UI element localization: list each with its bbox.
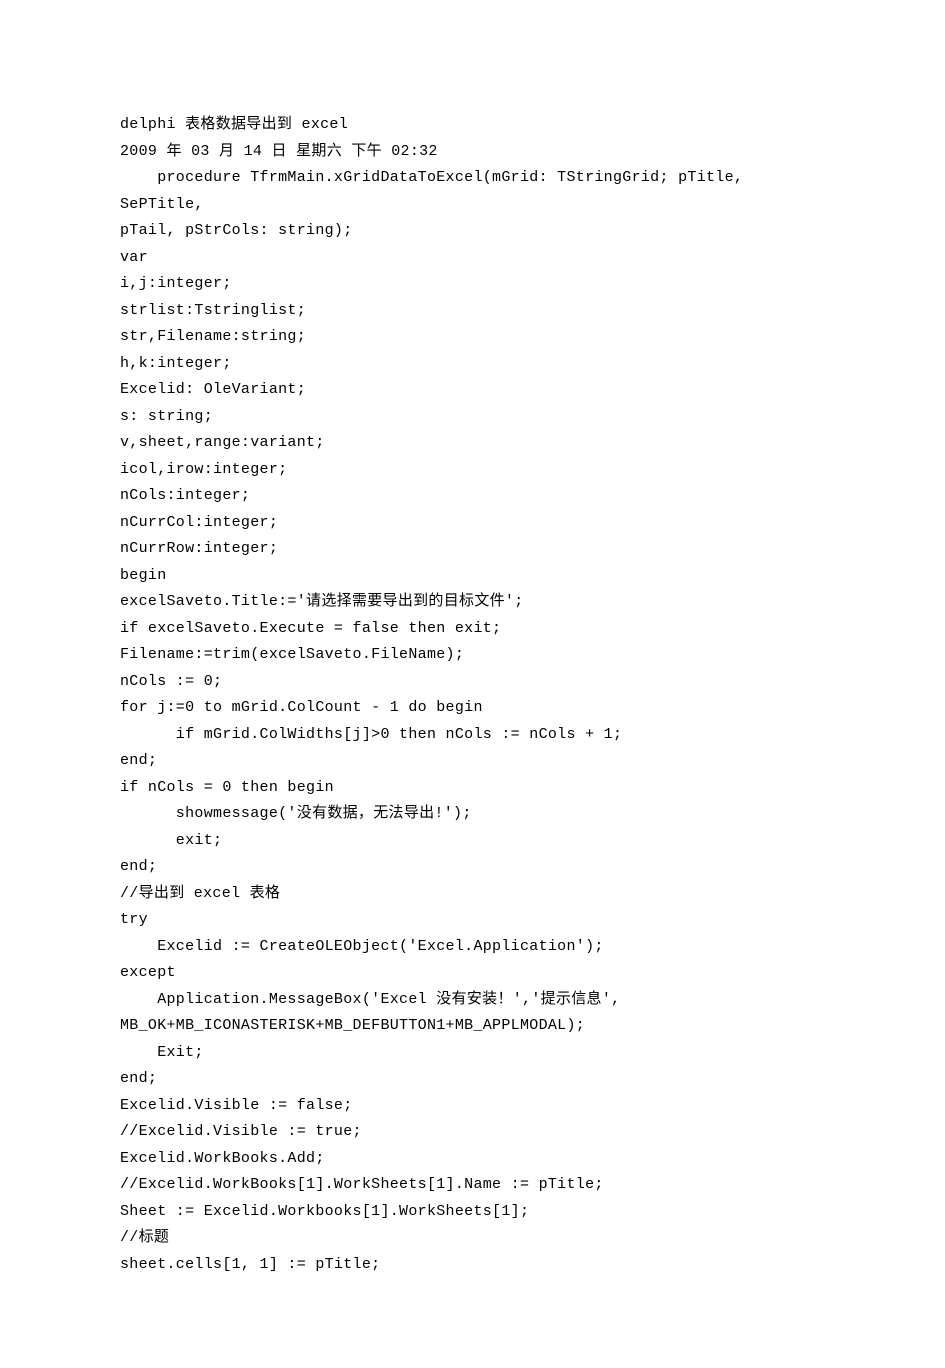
document-page: delphi 表格数据导出到 excel 2009 年 03 月 14 日 星期… xyxy=(0,0,945,1368)
code-line: nCurrCol:integer; xyxy=(120,510,825,537)
code-line: h,k:integer; xyxy=(120,351,825,378)
code-line: showmessage('没有数据，无法导出!'); xyxy=(120,801,825,828)
code-line: Excelid.Visible := false; xyxy=(120,1093,825,1120)
code-line: //Excelid.Visible := true; xyxy=(120,1119,825,1146)
code-line: if nCols = 0 then begin xyxy=(120,775,825,802)
code-line: icol,irow:integer; xyxy=(120,457,825,484)
code-line: if mGrid.ColWidths[j]>0 then nCols := nC… xyxy=(120,722,825,749)
code-line: excelSaveto.Title:='请选择需要导出到的目标文件'; xyxy=(120,589,825,616)
code-line: v,sheet,range:variant; xyxy=(120,430,825,457)
code-line: for j:=0 to mGrid.ColCount - 1 do begin xyxy=(120,695,825,722)
code-line: Sheet := Excelid.Workbooks[1].WorkSheets… xyxy=(120,1199,825,1226)
code-line: //标题 xyxy=(120,1225,825,1252)
code-line: Excelid: OleVariant; xyxy=(120,377,825,404)
code-line: Excelid := CreateOLEObject('Excel.Applic… xyxy=(120,934,825,961)
code-line: MB_OK+MB_ICONASTERISK+MB_DEFBUTTON1+MB_A… xyxy=(120,1013,825,1040)
code-line: var xyxy=(120,245,825,272)
code-line: exit; xyxy=(120,828,825,855)
title-line: delphi 表格数据导出到 excel xyxy=(120,112,825,139)
code-line: Application.MessageBox('Excel 没有安装！','提示… xyxy=(120,987,825,1014)
code-line: except xyxy=(120,960,825,987)
code-line: //导出到 excel 表格 xyxy=(120,881,825,908)
code-line: end; xyxy=(120,1066,825,1093)
code-line: begin xyxy=(120,563,825,590)
code-line: nCurrRow:integer; xyxy=(120,536,825,563)
code-block: procedure TfrmMain.xGridDataToExcel(mGri… xyxy=(120,165,825,1278)
code-line: nCols := 0; xyxy=(120,669,825,696)
code-line: SePTitle, xyxy=(120,192,825,219)
code-line: Filename:=trim(excelSaveto.FileName); xyxy=(120,642,825,669)
code-line: end; xyxy=(120,854,825,881)
date-line: 2009 年 03 月 14 日 星期六 下午 02:32 xyxy=(120,139,825,166)
code-line: s: string; xyxy=(120,404,825,431)
code-line: //Excelid.WorkBooks[1].WorkSheets[1].Nam… xyxy=(120,1172,825,1199)
code-line: Exit; xyxy=(120,1040,825,1067)
code-line: end; xyxy=(120,748,825,775)
code-line: strlist:Tstringlist; xyxy=(120,298,825,325)
code-line: try xyxy=(120,907,825,934)
code-line: sheet.cells[1, 1] := pTitle; xyxy=(120,1252,825,1279)
code-line: str,Filename:string; xyxy=(120,324,825,351)
code-line: pTail, pStrCols: string); xyxy=(120,218,825,245)
code-line: i,j:integer; xyxy=(120,271,825,298)
code-line: nCols:integer; xyxy=(120,483,825,510)
code-line: if excelSaveto.Execute = false then exit… xyxy=(120,616,825,643)
code-line: Excelid.WorkBooks.Add; xyxy=(120,1146,825,1173)
code-line: procedure TfrmMain.xGridDataToExcel(mGri… xyxy=(120,165,825,192)
